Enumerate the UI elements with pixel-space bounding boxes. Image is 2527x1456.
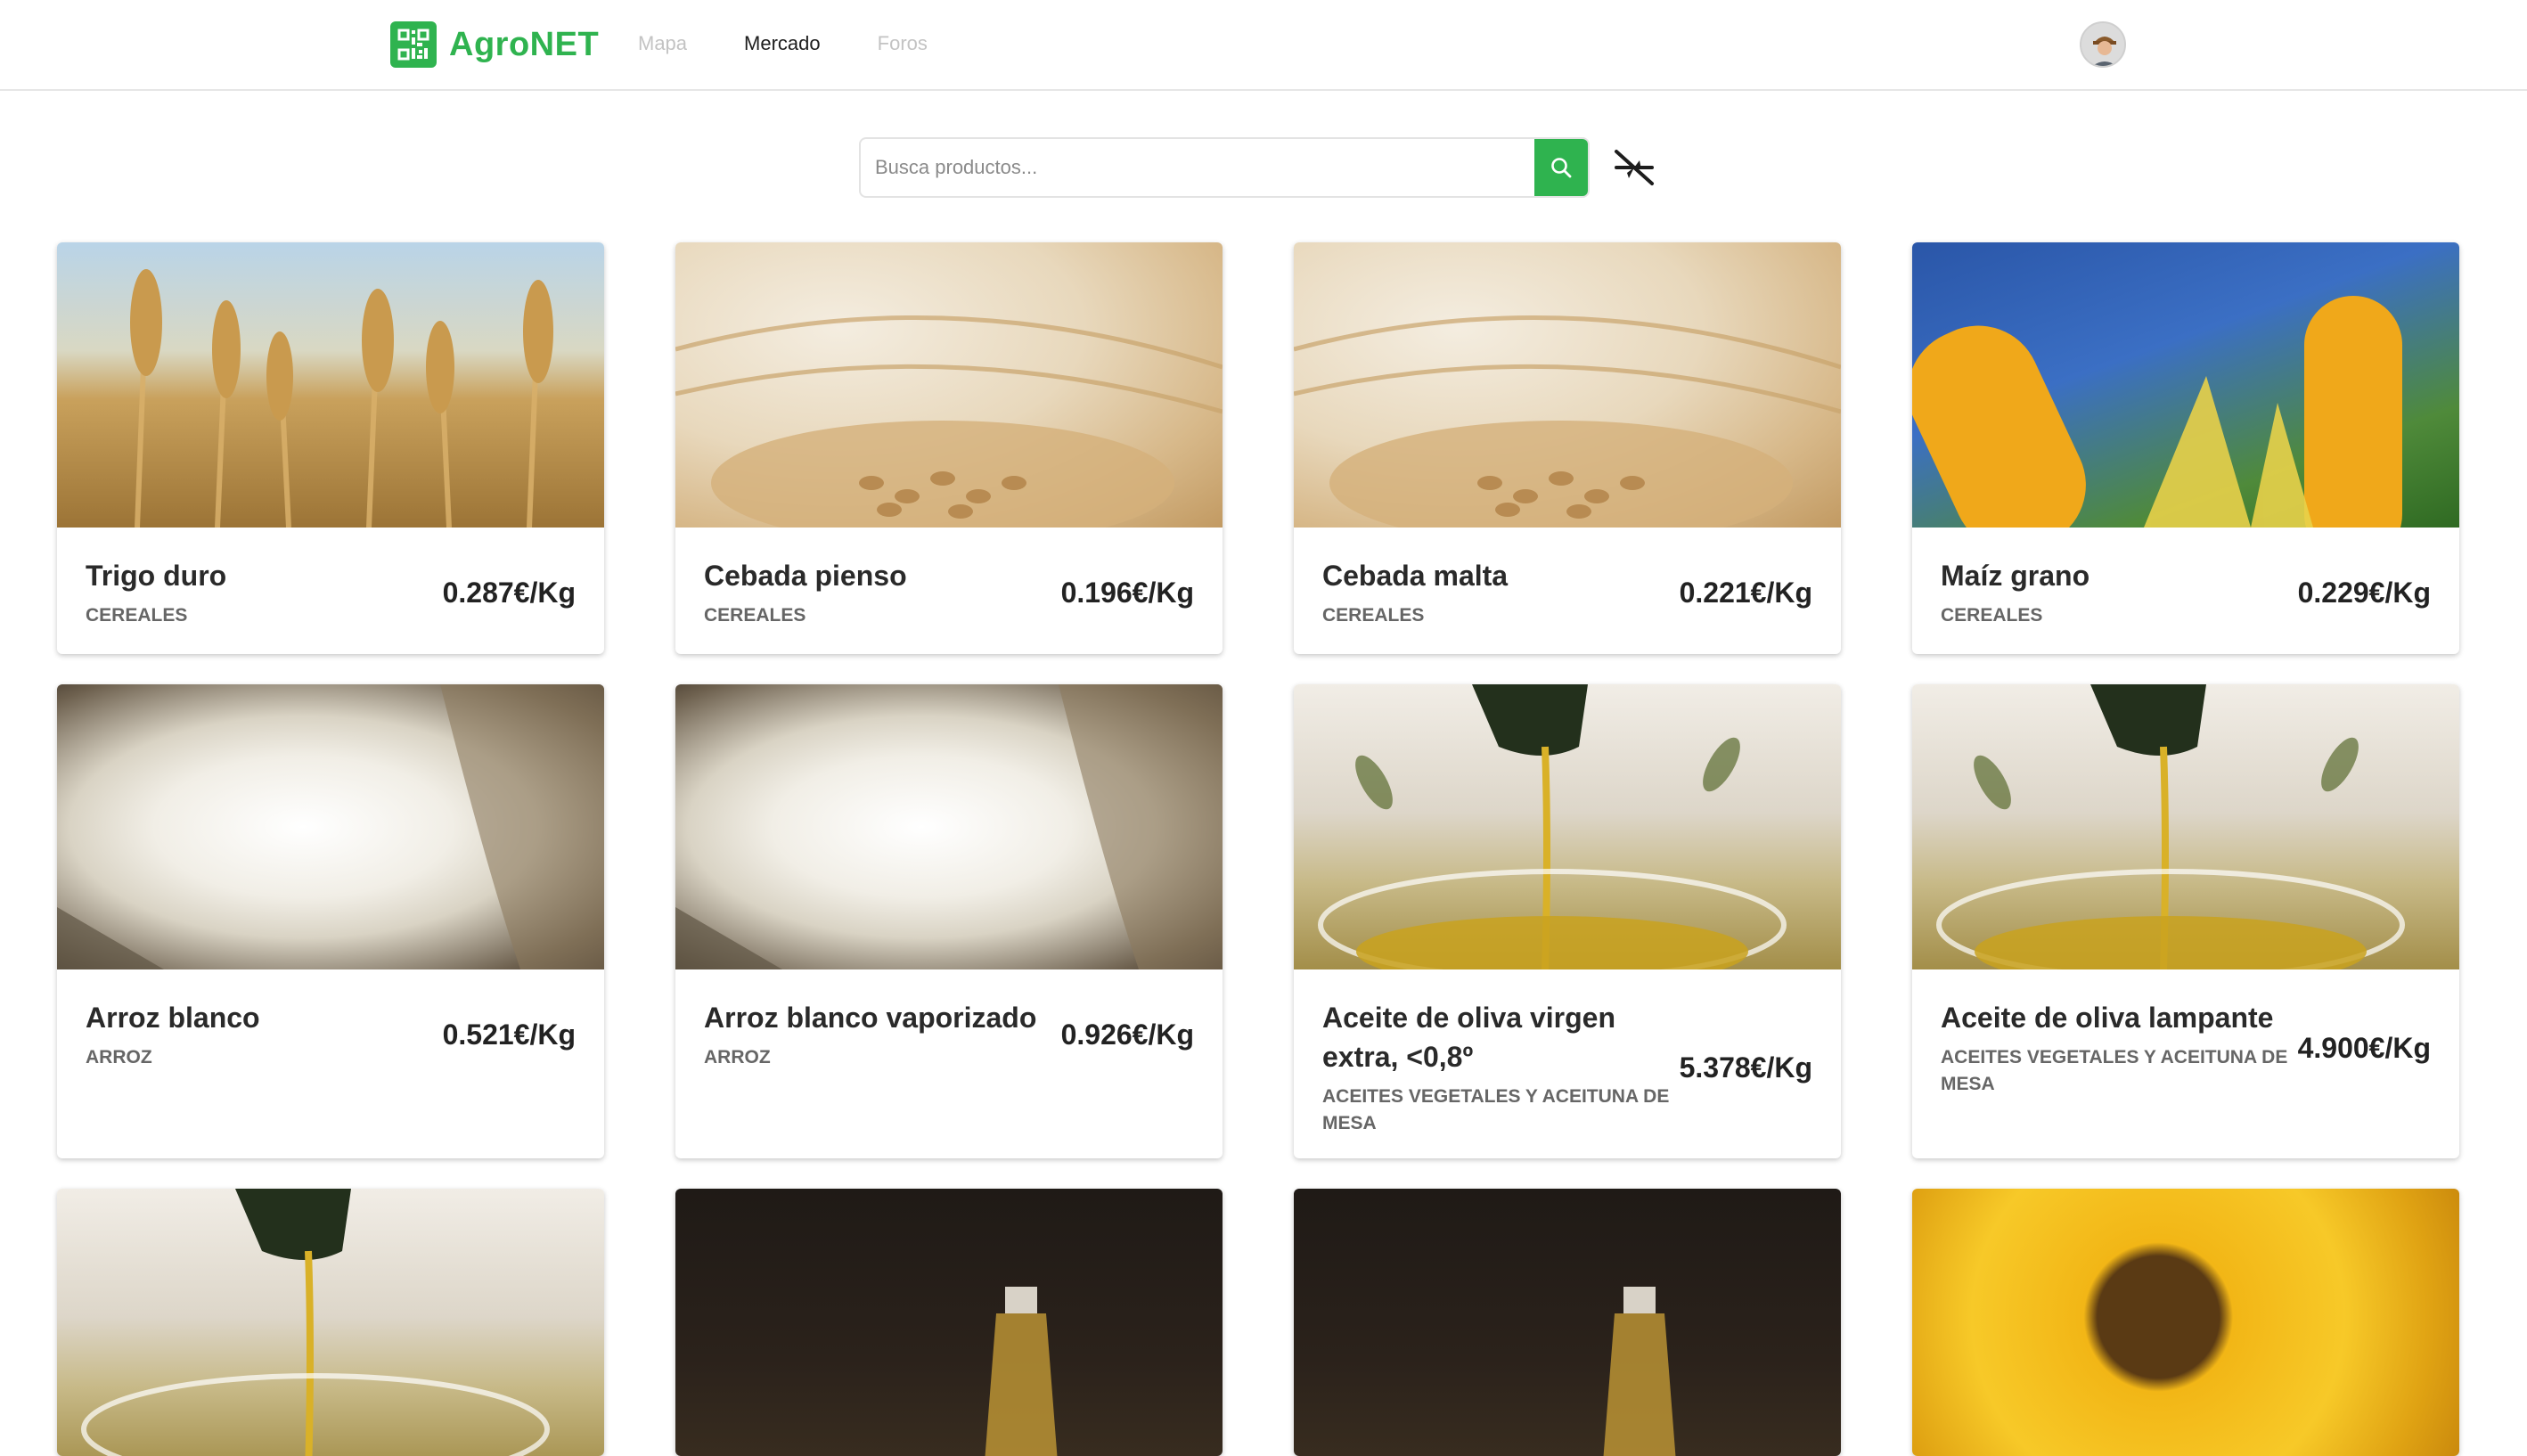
logo-link[interactable]: AgroNET [390,21,599,68]
logo-text: AgroNET [449,25,600,63]
product-category: ACEITES VEGETALES Y ACEITUNA DE MESA [1941,1047,2288,1094]
product-name: Arroz blanco vaporizado [704,1002,1037,1034]
product-card[interactable] [1912,1189,2459,1456]
product-name: Cebada malta [1322,560,1509,592]
product-image-wheat [57,242,604,528]
main-nav: Mapa Mercado Foros [638,32,928,55]
product-category: ARROZ [86,1047,152,1067]
product-image-rice [57,684,604,969]
product-card[interactable] [1294,1189,1841,1456]
product-image-sunflower [1912,1189,2459,1456]
nav-link-foros[interactable]: Foros [878,32,928,55]
product-card[interactable] [675,1189,1223,1456]
product-name: Trigo duro [86,560,227,592]
product-image-corn [1912,242,2459,528]
filter-arrows-icon [1615,150,1654,185]
product-price: 0.196€/Kg [1060,576,1194,609]
product-card[interactable]: Arroz blanco vaporizado ARROZ 0.926€/Kg [675,684,1223,1158]
product-card[interactable]: Arroz blanco ARROZ 0.521€/Kg [57,684,604,1158]
search-bar [859,137,1590,198]
product-image-olive-oil [1294,684,1841,969]
product-price: 0.521€/Kg [442,1018,576,1051]
product-card[interactable]: Cebada malta CEREALES 0.221€/Kg [1294,242,1841,654]
product-image-olive-oil [57,1189,604,1456]
product-price: 4.900€/Kg [2297,1031,2431,1064]
product-category: CEREALES [86,605,188,626]
product-category: ARROZ [704,1047,771,1067]
top-navbar: AgroNET Mapa Mercado Foros [0,0,2527,91]
product-name: Arroz blanco [86,1002,260,1034]
product-name: Aceite de oliva lampante [1941,1002,2274,1034]
product-image-rice [675,684,1223,969]
product-name: Cebada pienso [704,560,907,592]
product-category: CEREALES [1941,605,2043,626]
product-image-barley [675,242,1223,528]
product-price: 0.221€/Kg [1679,576,1812,609]
product-card[interactable]: Maíz grano CEREALES 0.229€/Kg [1912,242,2459,654]
product-image-olive-oil [1912,684,2459,969]
product-category: CEREALES [1322,605,1425,626]
filter-button[interactable] [1611,144,1657,191]
product-price: 5.378€/Kg [1679,1051,1812,1084]
product-category: ACEITES VEGETALES Y ACEITUNA DE MESA [1322,1086,1670,1133]
product-card[interactable]: Trigo duro CEREALES 0.287€/Kg [57,242,604,654]
product-card[interactable] [57,1189,604,1456]
product-name: Aceite de oliva virgen extra, <0,8º [1322,1002,1616,1073]
search-button[interactable] [1534,139,1588,196]
product-image-oil-bottle [1294,1189,1841,1456]
product-image-oil-bottle [675,1189,1223,1456]
product-price: 0.229€/Kg [2297,576,2431,609]
product-card[interactable]: Cebada pienso CEREALES 0.196€/Kg [675,242,1223,654]
search-input[interactable] [861,139,1534,196]
product-price: 0.287€/Kg [442,576,576,609]
product-grid: Trigo duro CEREALES 0.287€/Kg Cebada pie… [57,242,2461,1456]
product-price: 0.926€/Kg [1060,1018,1194,1051]
product-image-barley [1294,242,1841,528]
product-card[interactable]: Aceite de oliva virgen extra, <0,8º ACEI… [1294,684,1841,1158]
nav-link-mapa[interactable]: Mapa [638,32,687,55]
agronet-logo-icon [390,21,437,68]
user-avatar-icon[interactable] [2080,21,2126,68]
product-card[interactable]: Aceite de oliva lampante ACEITES VEGETAL… [1912,684,2459,1158]
product-name: Maíz grano [1941,560,2090,592]
nav-link-mercado[interactable]: Mercado [744,32,821,55]
product-category: CEREALES [704,605,806,626]
search-icon [1551,158,1572,178]
